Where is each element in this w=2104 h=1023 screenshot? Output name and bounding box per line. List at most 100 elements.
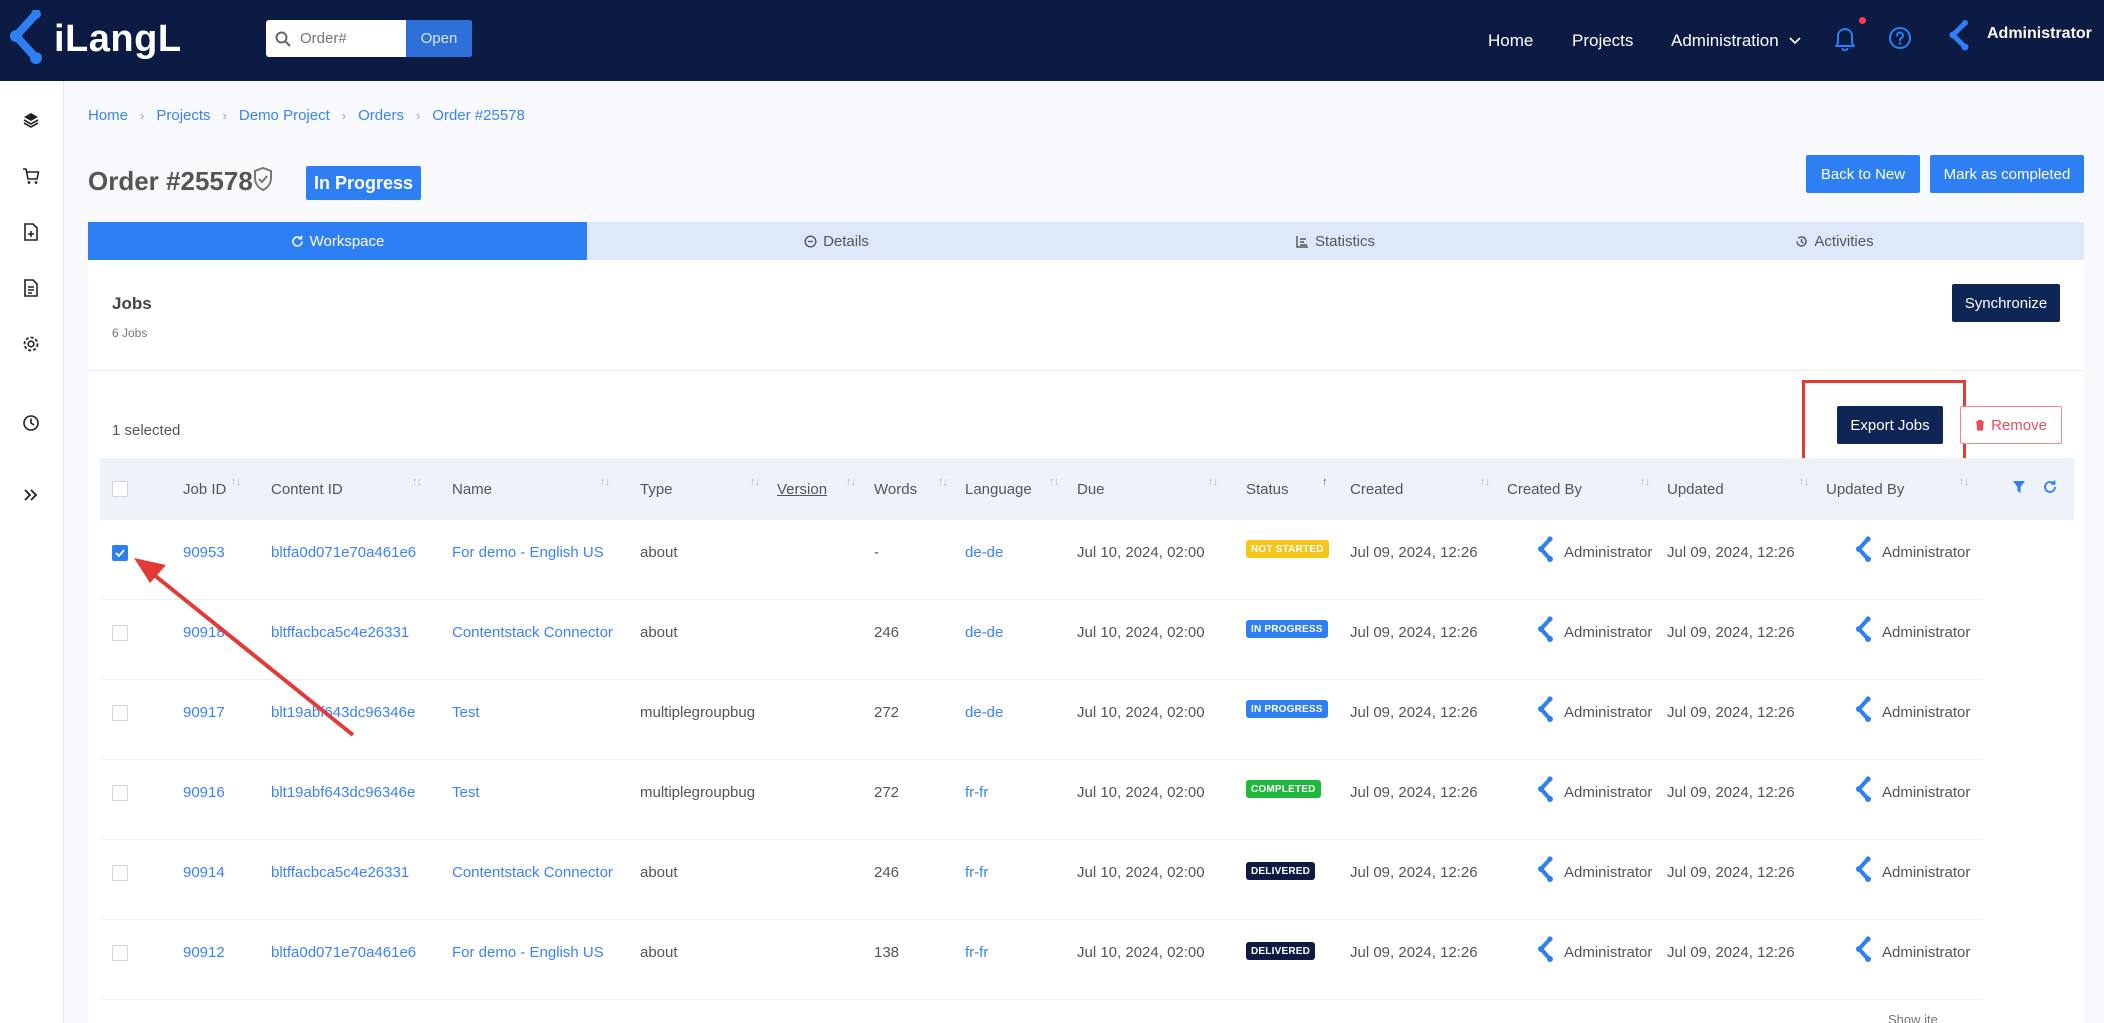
row-checkbox[interactable] <box>112 785 128 801</box>
nav-administration[interactable]: Administration <box>1671 0 1801 81</box>
column-header-due[interactable]: Due <box>1077 458 1105 520</box>
tab-details[interactable]: Details <box>587 222 1086 260</box>
job-name-link[interactable]: For demo - English US <box>452 544 604 561</box>
sort-icon[interactable]: ↑↓ <box>750 476 760 488</box>
nav-home[interactable]: Home <box>1488 0 1533 81</box>
job-name-link[interactable]: Contentstack Connector <box>452 624 613 641</box>
settings-icon[interactable] <box>20 333 42 355</box>
table-row[interactable]: 90914 bltffacbca5c4e26331 Contentstack Con… <box>100 840 1982 920</box>
job-id-link[interactable]: 90914 <box>183 864 225 881</box>
job-id-link[interactable]: 90918 <box>183 624 225 641</box>
content-id-link[interactable]: bltfa0d071e70a461e6 <box>271 544 416 561</box>
sort-icon[interactable]: ↑↓ <box>1208 476 1218 488</box>
back-to-new-button[interactable]: Back to New <box>1806 155 1920 193</box>
column-header-updated-by[interactable]: Updated By <box>1826 458 1904 520</box>
clock-icon[interactable] <box>20 412 42 434</box>
updated-by-name: Administrator <box>1882 943 1971 961</box>
table-row[interactable]: 90917 blt19abf643dc96346e Test multiplegrou… <box>100 680 1982 760</box>
help-icon[interactable] <box>1888 26 1912 55</box>
job-id-link[interactable]: 90953 <box>183 544 225 561</box>
tab-activities[interactable]: Activities <box>1585 222 2084 260</box>
sort-icon[interactable]: ↑↓ <box>412 476 422 488</box>
column-header-words[interactable]: Words <box>874 458 917 520</box>
filter-icon[interactable] <box>2012 480 2026 499</box>
language-link[interactable]: fr-fr <box>965 944 988 961</box>
language-link[interactable]: de-de <box>965 544 1003 561</box>
content-id-link[interactable]: bltffacbca5c4e26331 <box>271 864 409 881</box>
job-name-link[interactable]: Contentstack Connector <box>452 864 613 881</box>
column-header-type[interactable]: Type <box>640 458 673 520</box>
language-link[interactable]: fr-fr <box>965 864 988 881</box>
mark-as-completed-button[interactable]: Mark as completed <box>1930 155 2084 193</box>
sort-icon[interactable]: ↑↓ <box>1480 476 1490 488</box>
column-header-job-id[interactable]: Job ID <box>183 458 226 520</box>
column-header-updated[interactable]: Updated <box>1667 458 1724 520</box>
sort-icon[interactable]: ↑↓ <box>1799 476 1809 488</box>
export-jobs-button[interactable]: Export Jobs <box>1837 406 1943 444</box>
breadcrumb-demo-project[interactable]: Demo Project <box>239 107 330 124</box>
language-link[interactable]: fr-fr <box>965 784 988 801</box>
tab-workspace[interactable]: Workspace <box>88 222 587 260</box>
nav-projects[interactable]: Projects <box>1572 0 1633 81</box>
breadcrumb-current-order[interactable]: Order #25578 <box>432 107 525 124</box>
column-header-created-by[interactable]: Created By <box>1507 458 1582 520</box>
table-row[interactable]: 90916 blt19abf643dc96346e Test multiplegrou… <box>100 760 1982 840</box>
content-id-link[interactable]: blt19abf643dc96346e <box>271 704 415 721</box>
brand-logo[interactable]: iLangL <box>6 10 182 68</box>
row-checkbox[interactable] <box>112 625 128 641</box>
column-header-created[interactable]: Created <box>1350 458 1403 520</box>
row-checkbox[interactable] <box>112 865 128 881</box>
job-id-link[interactable]: 90917 <box>183 704 225 721</box>
job-name-link[interactable]: Test <box>452 784 480 801</box>
cart-icon[interactable] <box>20 165 42 187</box>
job-id-link[interactable]: 90912 <box>183 944 225 961</box>
user-avatar-icon <box>1854 856 1874 888</box>
language-link[interactable]: de-de <box>965 704 1003 721</box>
breadcrumb-projects[interactable]: Projects <box>156 107 210 124</box>
column-label: Created <box>1350 480 1404 498</box>
expand-icon[interactable] <box>20 484 42 506</box>
sort-icon[interactable]: ↑↓ <box>938 476 948 488</box>
job-type: about <box>640 544 678 561</box>
sort-icon[interactable]: ↑↓ <box>1959 476 1969 488</box>
file-add-icon[interactable] <box>20 221 42 243</box>
open-order-button[interactable]: Open <box>406 20 472 57</box>
job-id-link[interactable]: 90916 <box>183 784 225 801</box>
notifications-bell-icon[interactable] <box>1833 25 1857 56</box>
column-header-language[interactable]: Language <box>965 458 1032 520</box>
content-id-link[interactable]: blt19abf643dc96346e <box>271 784 415 801</box>
tab-statistics[interactable]: Statistics <box>1086 222 1585 260</box>
refresh-icon[interactable] <box>2042 479 2058 500</box>
table-row[interactable]: 90953 bltfa0d071e70a461e6 For demo - Engli… <box>100 520 1982 600</box>
language-link[interactable]: de-de <box>965 624 1003 641</box>
sort-icon[interactable]: ↑↓ <box>1640 476 1650 488</box>
job-name-link[interactable]: For demo - English US <box>452 944 604 961</box>
select-all-checkbox[interactable] <box>112 481 128 497</box>
sort-icon[interactable]: ↑↓ <box>231 476 241 488</box>
user-avatar-icon[interactable] <box>1947 20 1973 59</box>
row-checkbox[interactable] <box>112 545 128 561</box>
sort-icon[interactable]: ↑↓ <box>846 476 856 488</box>
job-name-link[interactable]: Test <box>452 704 480 721</box>
sort-icon[interactable]: ↑↓ <box>1049 476 1059 488</box>
user-name[interactable]: Administrator <box>1987 25 2092 43</box>
table-row[interactable]: 90918 bltffacbca5c4e26331 Contentstack Con… <box>100 600 1982 680</box>
column-header-version[interactable]: Version <box>777 458 827 520</box>
status-badge: DELIVERED <box>1246 862 1316 880</box>
row-checkbox[interactable] <box>112 945 128 961</box>
remove-button[interactable]: Remove <box>1960 406 2062 444</box>
breadcrumb-home[interactable]: Home <box>88 107 128 124</box>
sort-icon[interactable]: ↑↓ <box>600 476 610 488</box>
document-icon[interactable] <box>20 277 42 299</box>
row-checkbox[interactable] <box>112 705 128 721</box>
synchronize-button[interactable]: Synchronize <box>1952 284 2060 322</box>
column-header-status[interactable]: Status <box>1246 458 1289 520</box>
table-row[interactable]: 90912 bltfa0d071e70a461e6 For demo - Engli… <box>100 920 1982 1000</box>
breadcrumb-orders[interactable]: Orders <box>358 107 404 124</box>
column-header-name[interactable]: Name <box>452 458 492 520</box>
layers-icon[interactable] <box>20 109 42 131</box>
content-id-link[interactable]: bltfa0d071e70a461e6 <box>271 944 416 961</box>
content-id-link[interactable]: bltffacbca5c4e26331 <box>271 624 409 641</box>
sort-icon[interactable]: ↑ <box>1322 476 1327 488</box>
column-header-content-id[interactable]: Content ID <box>271 458 343 520</box>
